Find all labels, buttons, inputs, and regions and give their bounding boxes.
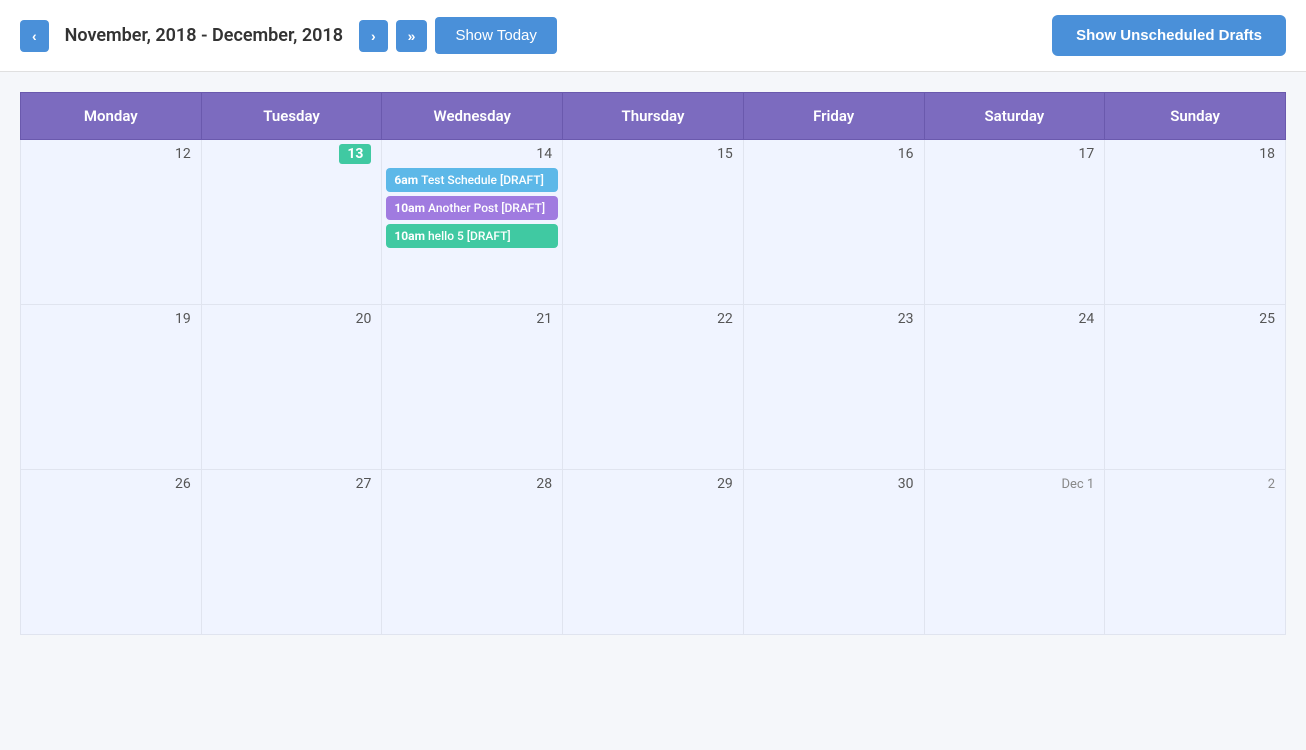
show-today-button[interactable]: Show Today	[435, 17, 556, 54]
next-button[interactable]: ›	[359, 20, 388, 52]
date-range: November, 2018 - December, 2018	[65, 25, 343, 46]
day-number: 29	[563, 470, 743, 496]
top-bar: ‹ November, 2018 - December, 2018 › » Sh…	[0, 0, 1306, 72]
day-number: 2	[1105, 470, 1285, 496]
day-cell-w2-d5[interactable]: Dec 1	[924, 470, 1105, 635]
header-friday: Friday	[743, 93, 924, 140]
event-0-2-0[interactable]: 6am Test Schedule [DRAFT]	[386, 168, 558, 192]
day-number: Dec 1	[925, 470, 1105, 496]
day-cell-w0-d5[interactable]: 17	[924, 140, 1105, 305]
header-monday: Monday	[21, 93, 202, 140]
day-number: 13	[202, 140, 382, 166]
day-number: 18	[1105, 140, 1285, 166]
day-number: 17	[925, 140, 1105, 166]
header-tuesday: Tuesday	[201, 93, 382, 140]
day-number: 28	[382, 470, 562, 496]
day-cell-w0-d1[interactable]: 13	[201, 140, 382, 305]
day-number: 24	[925, 305, 1105, 331]
header-row: MondayTuesdayWednesdayThursdayFridaySatu…	[21, 93, 1286, 140]
day-cell-w1-d2[interactable]: 21	[382, 305, 563, 470]
day-cell-w1-d6[interactable]: 25	[1105, 305, 1286, 470]
day-number: 26	[21, 470, 201, 496]
next-next-button[interactable]: »	[396, 20, 428, 52]
show-drafts-button[interactable]: Show Unscheduled Drafts	[1052, 15, 1286, 56]
day-number: 30	[744, 470, 924, 496]
day-number: 12	[21, 140, 201, 166]
day-cell-w1-d4[interactable]: 23	[743, 305, 924, 470]
day-cell-w1-d1[interactable]: 20	[201, 305, 382, 470]
event-0-2-1[interactable]: 10am Another Post [DRAFT]	[386, 196, 558, 220]
day-cell-w2-d2[interactable]: 28	[382, 470, 563, 635]
day-cell-w2-d0[interactable]: 26	[21, 470, 202, 635]
day-number: 16	[744, 140, 924, 166]
header-saturday: Saturday	[924, 93, 1105, 140]
day-cell-w2-d1[interactable]: 27	[201, 470, 382, 635]
day-cell-w0-d6[interactable]: 18	[1105, 140, 1286, 305]
calendar-body: 1213146am Test Schedule [DRAFT] 10am Anot…	[21, 140, 1286, 635]
day-cell-w0-d4[interactable]: 16	[743, 140, 924, 305]
day-number: 14	[382, 140, 562, 166]
day-events-w0-d2: 6am Test Schedule [DRAFT] 10am Another Po…	[382, 166, 562, 254]
week-row-1: 19202122232425	[21, 305, 1286, 470]
week-row-2: 2627282930Dec 12	[21, 470, 1286, 635]
day-number: 20	[202, 305, 382, 331]
day-number: 21	[382, 305, 562, 331]
day-cell-w2-d4[interactable]: 30	[743, 470, 924, 635]
day-number: 15	[563, 140, 743, 166]
nav-section: ‹ November, 2018 - December, 2018 › » Sh…	[20, 17, 557, 54]
day-cell-w1-d0[interactable]: 19	[21, 305, 202, 470]
calendar-container: MondayTuesdayWednesdayThursdayFridaySatu…	[0, 72, 1306, 655]
prev-button[interactable]: ‹	[20, 20, 49, 52]
day-number: 27	[202, 470, 382, 496]
day-cell-w1-d3[interactable]: 22	[563, 305, 744, 470]
day-number: 23	[744, 305, 924, 331]
day-number: 22	[563, 305, 743, 331]
day-cell-w2-d3[interactable]: 29	[563, 470, 744, 635]
day-cell-w1-d5[interactable]: 24	[924, 305, 1105, 470]
drafts-section: Show Unscheduled Drafts	[1052, 15, 1286, 56]
header-thursday: Thursday	[563, 93, 744, 140]
event-0-2-2[interactable]: 10am hello 5 [DRAFT]	[386, 224, 558, 248]
day-number: 25	[1105, 305, 1285, 331]
day-cell-w0-d0[interactable]: 12	[21, 140, 202, 305]
header-wednesday: Wednesday	[382, 93, 563, 140]
day-cell-w0-d3[interactable]: 15	[563, 140, 744, 305]
calendar-header: MondayTuesdayWednesdayThursdayFridaySatu…	[21, 93, 1286, 140]
day-cell-w0-d2[interactable]: 146am Test Schedule [DRAFT] 10am Another …	[382, 140, 563, 305]
header-sunday: Sunday	[1105, 93, 1286, 140]
day-number: 19	[21, 305, 201, 331]
calendar-table: MondayTuesdayWednesdayThursdayFridaySatu…	[20, 92, 1286, 635]
day-cell-w2-d6[interactable]: 2	[1105, 470, 1286, 635]
week-row-0: 1213146am Test Schedule [DRAFT] 10am Anot…	[21, 140, 1286, 305]
